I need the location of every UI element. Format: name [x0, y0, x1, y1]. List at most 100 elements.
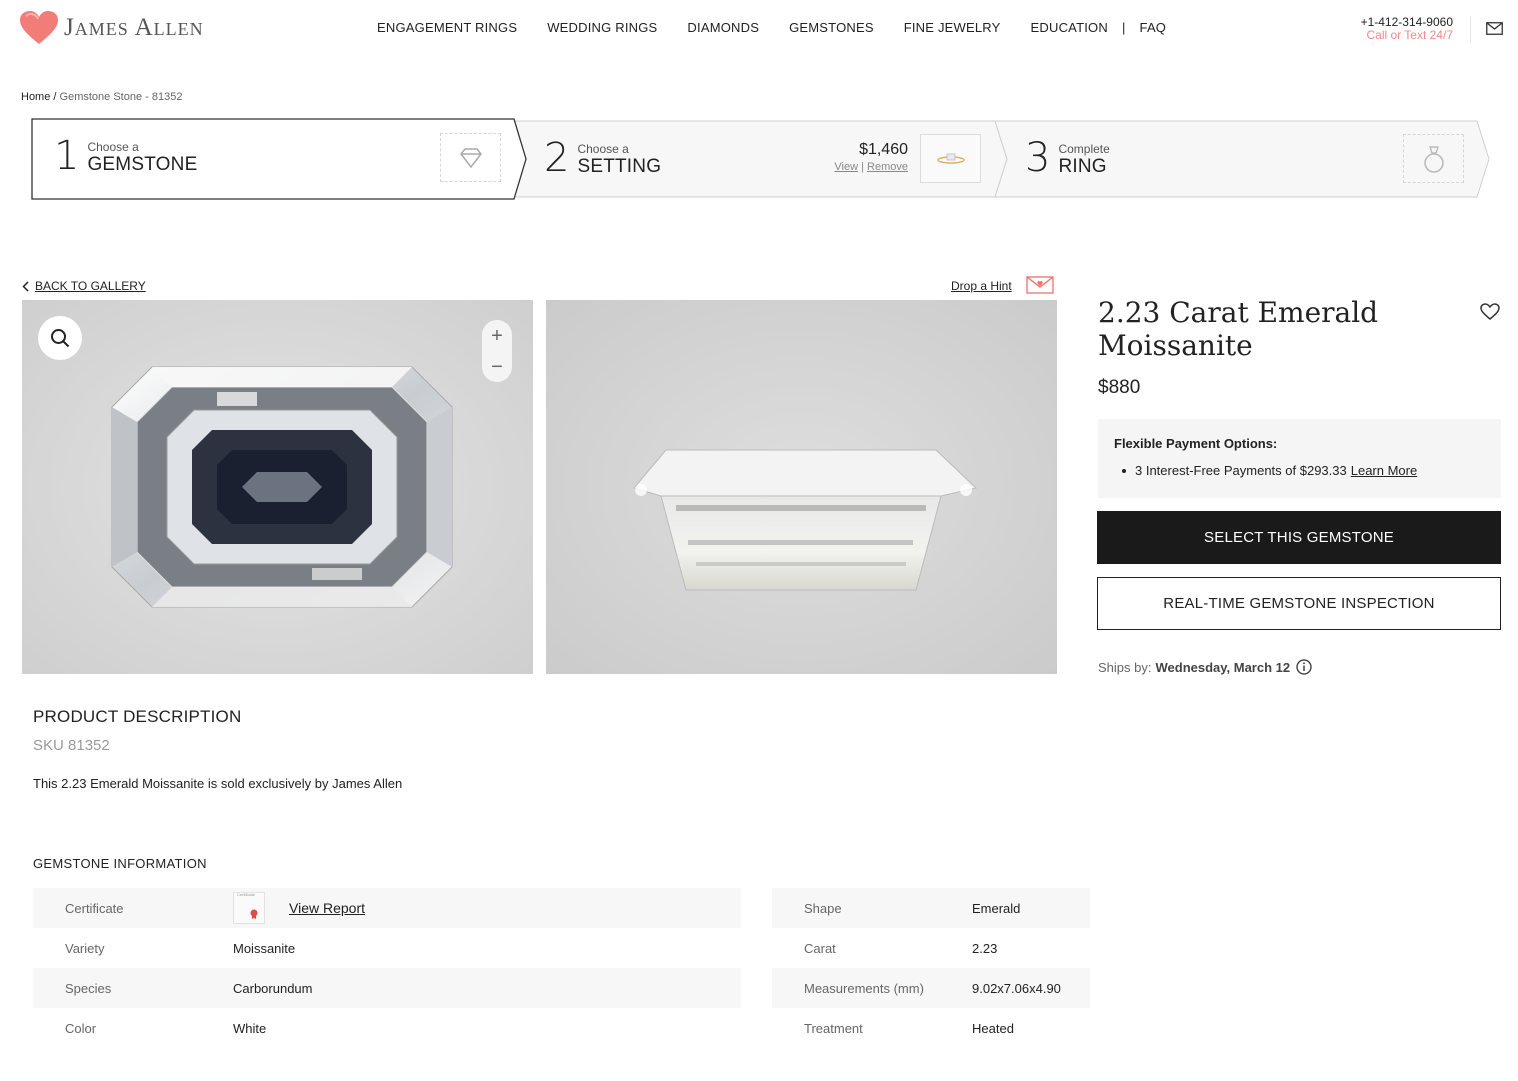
row-value: White [233, 1020, 267, 1036]
logo-text: James Allen [64, 14, 204, 41]
payment-item: 3 Interest-Free Payments of $293.33 Lear… [1114, 463, 1501, 478]
description-heading: PRODUCT DESCRIPTION [33, 707, 242, 726]
product-price: $880 [1098, 377, 1141, 398]
view-report-link[interactable]: View Report [289, 900, 365, 916]
step-2-setting-thumb [920, 134, 981, 183]
step-3-icon-box [1403, 134, 1464, 183]
gemstone-info-table-right: Shape Emerald Carat 2.23 Measurements (m… [772, 888, 1090, 1048]
step-gemstone[interactable]: 1 Choose a GEMSTONE [54, 133, 197, 179]
table-row: Color White [33, 1008, 741, 1048]
contact-phone[interactable]: +1-412-314-9060 Call or Text 24/7 [1361, 16, 1453, 42]
row-value: Carborundum [233, 980, 313, 996]
table-row: Measurements (mm) 9.02x7.06x4.90 [772, 968, 1090, 1008]
gemstone-top-image[interactable] [22, 300, 533, 674]
step-1-number: 1 [54, 133, 80, 179]
table-row: Variety Moissanite [33, 928, 741, 968]
step-1-title: GEMSTONE [87, 154, 198, 175]
row-key: Carat [804, 940, 836, 956]
step-2-number: 2 [544, 135, 570, 181]
description-text: This 2.23 Emerald Moissanite is sold exc… [33, 776, 403, 791]
payment-text: 3 Interest-Free Payments of $293.33 [1135, 463, 1347, 478]
step-3-title: RING [1058, 156, 1107, 177]
payment-heading: Flexible Payment Options: [1114, 436, 1278, 451]
row-value: Moissanite [233, 940, 296, 956]
step-2-price-block: $1,460 View | Remove [810, 141, 908, 173]
row-key: Measurements (mm) [804, 980, 924, 996]
ships-by: Ships by: Wednesday, March 12 [1098, 659, 1312, 675]
table-row: Carat 2.23 [772, 928, 1090, 968]
chevron-left-icon [22, 280, 29, 292]
row-value: 9.02x7.06x4.90 [972, 980, 1061, 996]
nav-separator: | [1121, 20, 1126, 35]
heart-wishlist-icon[interactable] [1480, 303, 1500, 326]
gemstone-side-image[interactable] [546, 300, 1057, 674]
step-ring[interactable]: 3 Complete RING [1025, 135, 1110, 181]
table-row-certificate: Certificate Certificate View Report [33, 888, 741, 928]
certificate-thumbnail[interactable]: Certificate [233, 892, 265, 924]
back-to-gallery-label: BACK TO GALLERY [35, 279, 146, 293]
step-2-view-link[interactable]: View [834, 161, 858, 173]
logo[interactable]: James Allen [18, 10, 204, 46]
emerald-cut-side-view [546, 300, 1057, 674]
nav-wedding-rings[interactable]: WEDDING RINGS [547, 20, 657, 35]
breadcrumb-current: Gemstone Stone - 81352 [59, 91, 183, 103]
gemstone-info-heading: GEMSTONE INFORMATION [33, 856, 207, 871]
breadcrumb: Home / Gemstone Stone - 81352 [21, 91, 182, 103]
nav-fine-jewelry[interactable]: FINE JEWELRY [904, 20, 1001, 35]
step-setting[interactable]: 2 Choose a SETTING [544, 135, 661, 181]
step-2-title: SETTING [577, 156, 662, 177]
row-key: Shape [804, 900, 842, 916]
row-key: Variety [65, 940, 105, 956]
gemstone-info-table-left: Certificate Certificate View Report Vari… [33, 888, 741, 1048]
ships-label: Ships by: [1098, 659, 1152, 675]
row-value: Emerald [972, 900, 1021, 916]
drop-a-hint-link[interactable]: Drop a Hint [951, 279, 1012, 293]
step-2-price: $1,460 [859, 141, 908, 158]
step-2-link-divider: | [861, 161, 864, 173]
table-row: Shape Emerald [772, 888, 1090, 928]
back-to-gallery[interactable]: BACK TO GALLERY [22, 279, 146, 293]
hint-envelope-icon[interactable] [1026, 276, 1054, 299]
ships-date: Wednesday, March 12 [1155, 659, 1291, 675]
nav-gemstones[interactable]: GEMSTONES [789, 20, 874, 35]
breadcrumb-separator: / [53, 91, 57, 103]
gem-outline-icon [459, 147, 482, 168]
heart-logo-icon [20, 11, 58, 44]
nav-faq[interactable]: FAQ [1140, 20, 1167, 35]
row-key: Color [65, 1020, 97, 1036]
row-key: Treatment [804, 1020, 863, 1036]
row-value: 2.23 [972, 940, 998, 956]
gemstone-inspection-button[interactable]: REAL-TIME GEMSTONE INSPECTION [1097, 577, 1501, 630]
breadcrumb-home[interactable]: Home [21, 91, 50, 103]
search-zoom-icon[interactable] [38, 316, 82, 360]
header-divider [1470, 16, 1471, 42]
nav-diamonds[interactable]: DIAMONDS [687, 20, 759, 35]
certificate-seal-icon [250, 909, 258, 919]
main-nav: ENGAGEMENT RINGS WEDDING RINGS DIAMONDS … [377, 20, 1196, 35]
step-2-remove-link[interactable]: Remove [867, 161, 908, 173]
zoom-in-button[interactable]: + [491, 326, 503, 346]
select-gemstone-button[interactable]: SELECT THIS GEMSTONE [1097, 511, 1501, 564]
table-row: Treatment Heated [772, 1008, 1090, 1048]
nav-engagement-rings[interactable]: ENGAGEMENT RINGS [377, 20, 517, 35]
ring-setting-icon [936, 153, 965, 164]
row-key: Certificate [65, 900, 124, 916]
ring-outline-icon [1423, 145, 1444, 173]
sku: SKU 81352 [33, 737, 110, 754]
payment-options: Flexible Payment Options: 3 Interest-Fre… [1098, 419, 1501, 498]
zoom-out-button[interactable]: − [491, 357, 503, 377]
steps-outline [31, 118, 1490, 200]
step-3-number: 3 [1025, 135, 1051, 181]
step-1-icon-box [440, 133, 501, 182]
row-key: Species [65, 980, 112, 996]
mail-icon[interactable] [1486, 22, 1503, 40]
row-value: Heated [972, 1020, 1014, 1036]
learn-more-link[interactable]: Learn More [1351, 463, 1417, 478]
nav-education[interactable]: EDUCATION [1031, 20, 1108, 35]
emerald-cut-top-view [22, 300, 533, 674]
phone-note: Call or Text 24/7 [1366, 28, 1454, 42]
certificate-thumb-text: Certificate [237, 892, 256, 897]
zoom-controls: + − [482, 320, 512, 382]
info-icon[interactable] [1296, 659, 1312, 675]
bullet [1122, 468, 1126, 473]
